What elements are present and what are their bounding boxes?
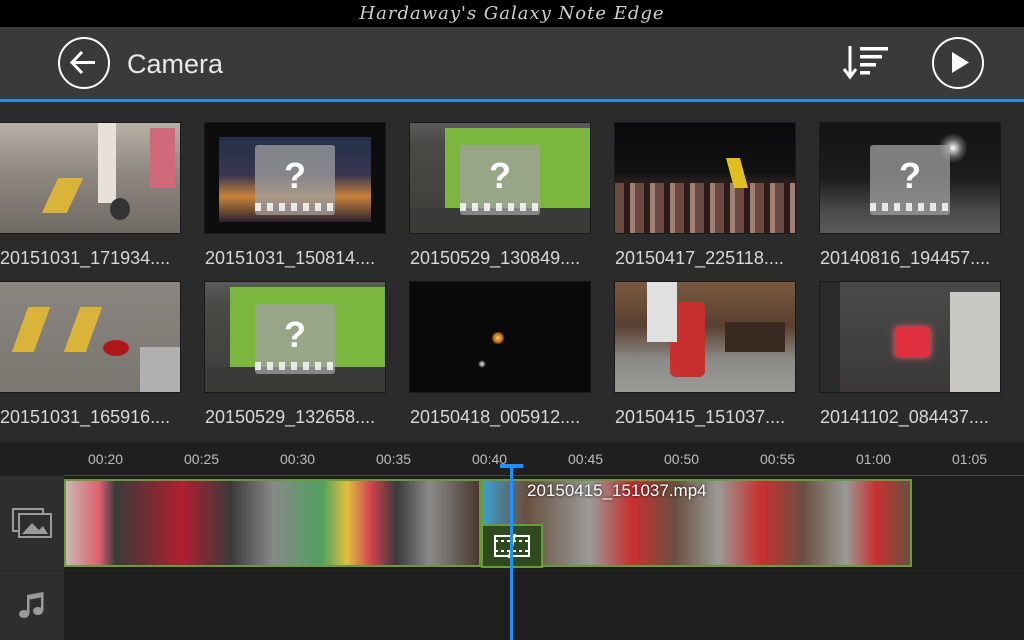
page-title: Camera bbox=[127, 49, 224, 79]
play-icon bbox=[952, 52, 969, 73]
media-caption: 20151031_150814.... bbox=[205, 248, 376, 268]
music-note-icon bbox=[19, 592, 44, 618]
media-caption: 20150529_130849.... bbox=[410, 248, 581, 268]
back-button[interactable] bbox=[58, 37, 110, 89]
media-caption: 20151031_165916.... bbox=[0, 407, 171, 427]
unsupported-placeholder: ? bbox=[255, 304, 335, 374]
media-thumbnail bbox=[0, 123, 180, 233]
question-mark-icon: ? bbox=[284, 155, 306, 196]
media-thumbnail bbox=[820, 282, 1000, 392]
app-header: Camera bbox=[0, 27, 1024, 102]
playhead[interactable] bbox=[510, 464, 513, 640]
media-thumbnail bbox=[615, 123, 795, 233]
video-track-header bbox=[0, 476, 65, 570]
media-caption: 20140816_194457.... bbox=[820, 248, 991, 268]
question-mark-icon: ? bbox=[899, 155, 921, 196]
time-tick: 01:05 bbox=[952, 451, 988, 467]
unsupported-placeholder: ? bbox=[870, 145, 950, 215]
time-tick: 00:30 bbox=[280, 451, 316, 467]
time-tick: 00:25 bbox=[184, 451, 220, 467]
timeline-clip[interactable] bbox=[64, 479, 481, 567]
unsupported-placeholder: ? bbox=[460, 145, 540, 215]
media-caption: 20151031_171934.... bbox=[0, 248, 171, 268]
question-mark-icon: ? bbox=[489, 155, 511, 196]
media-caption: 20150529_132658.... bbox=[205, 407, 376, 427]
media-thumbnail bbox=[615, 282, 795, 392]
status-bar-title: Hardaway's Galaxy Note Edge bbox=[359, 3, 665, 24]
media-caption: 20150418_005912.... bbox=[410, 407, 581, 427]
audio-track[interactable] bbox=[64, 571, 1024, 640]
status-bar: Hardaway's Galaxy Note Edge bbox=[0, 0, 1024, 27]
clip-label: 20150415_151037.mp4 bbox=[527, 481, 707, 500]
media-thumbnail: ? bbox=[205, 282, 385, 392]
time-tick: 00:20 bbox=[88, 451, 124, 467]
preview-play-button[interactable] bbox=[932, 37, 984, 89]
time-tick: 00:35 bbox=[376, 451, 412, 467]
question-mark-icon: ? bbox=[284, 314, 306, 355]
media-caption: 20141102_084437.... bbox=[820, 407, 989, 427]
unsupported-placeholder: ? bbox=[255, 145, 335, 215]
time-tick: 00:45 bbox=[568, 451, 604, 467]
sort-icon bbox=[842, 46, 888, 80]
media-thumbnail: ? bbox=[410, 123, 590, 233]
timeline-corner bbox=[0, 442, 65, 475]
media-thumbnail: ? bbox=[205, 123, 385, 233]
image-icon bbox=[12, 508, 52, 538]
media-thumbnail: ? bbox=[820, 123, 1000, 233]
sort-button[interactable] bbox=[842, 43, 892, 83]
timeline: 00:20 00:25 00:30 00:35 00:40 00:45 00:5… bbox=[0, 442, 1024, 640]
media-caption: 20150417_225118.... bbox=[615, 248, 784, 268]
media-grid: 20151031_171934.... ? 20151031_150814...… bbox=[0, 102, 1024, 442]
media-thumbnail bbox=[410, 282, 590, 392]
time-ruler[interactable]: 00:20 00:25 00:30 00:35 00:40 00:45 00:5… bbox=[64, 442, 1024, 476]
audio-track-header bbox=[0, 571, 65, 640]
media-caption: 20150415_151037.... bbox=[615, 407, 786, 427]
time-tick: 00:50 bbox=[664, 451, 700, 467]
arrow-left-icon bbox=[69, 50, 95, 75]
media-thumbnail bbox=[0, 282, 180, 392]
time-tick: 00:55 bbox=[760, 451, 796, 467]
time-tick: 01:00 bbox=[856, 451, 892, 467]
